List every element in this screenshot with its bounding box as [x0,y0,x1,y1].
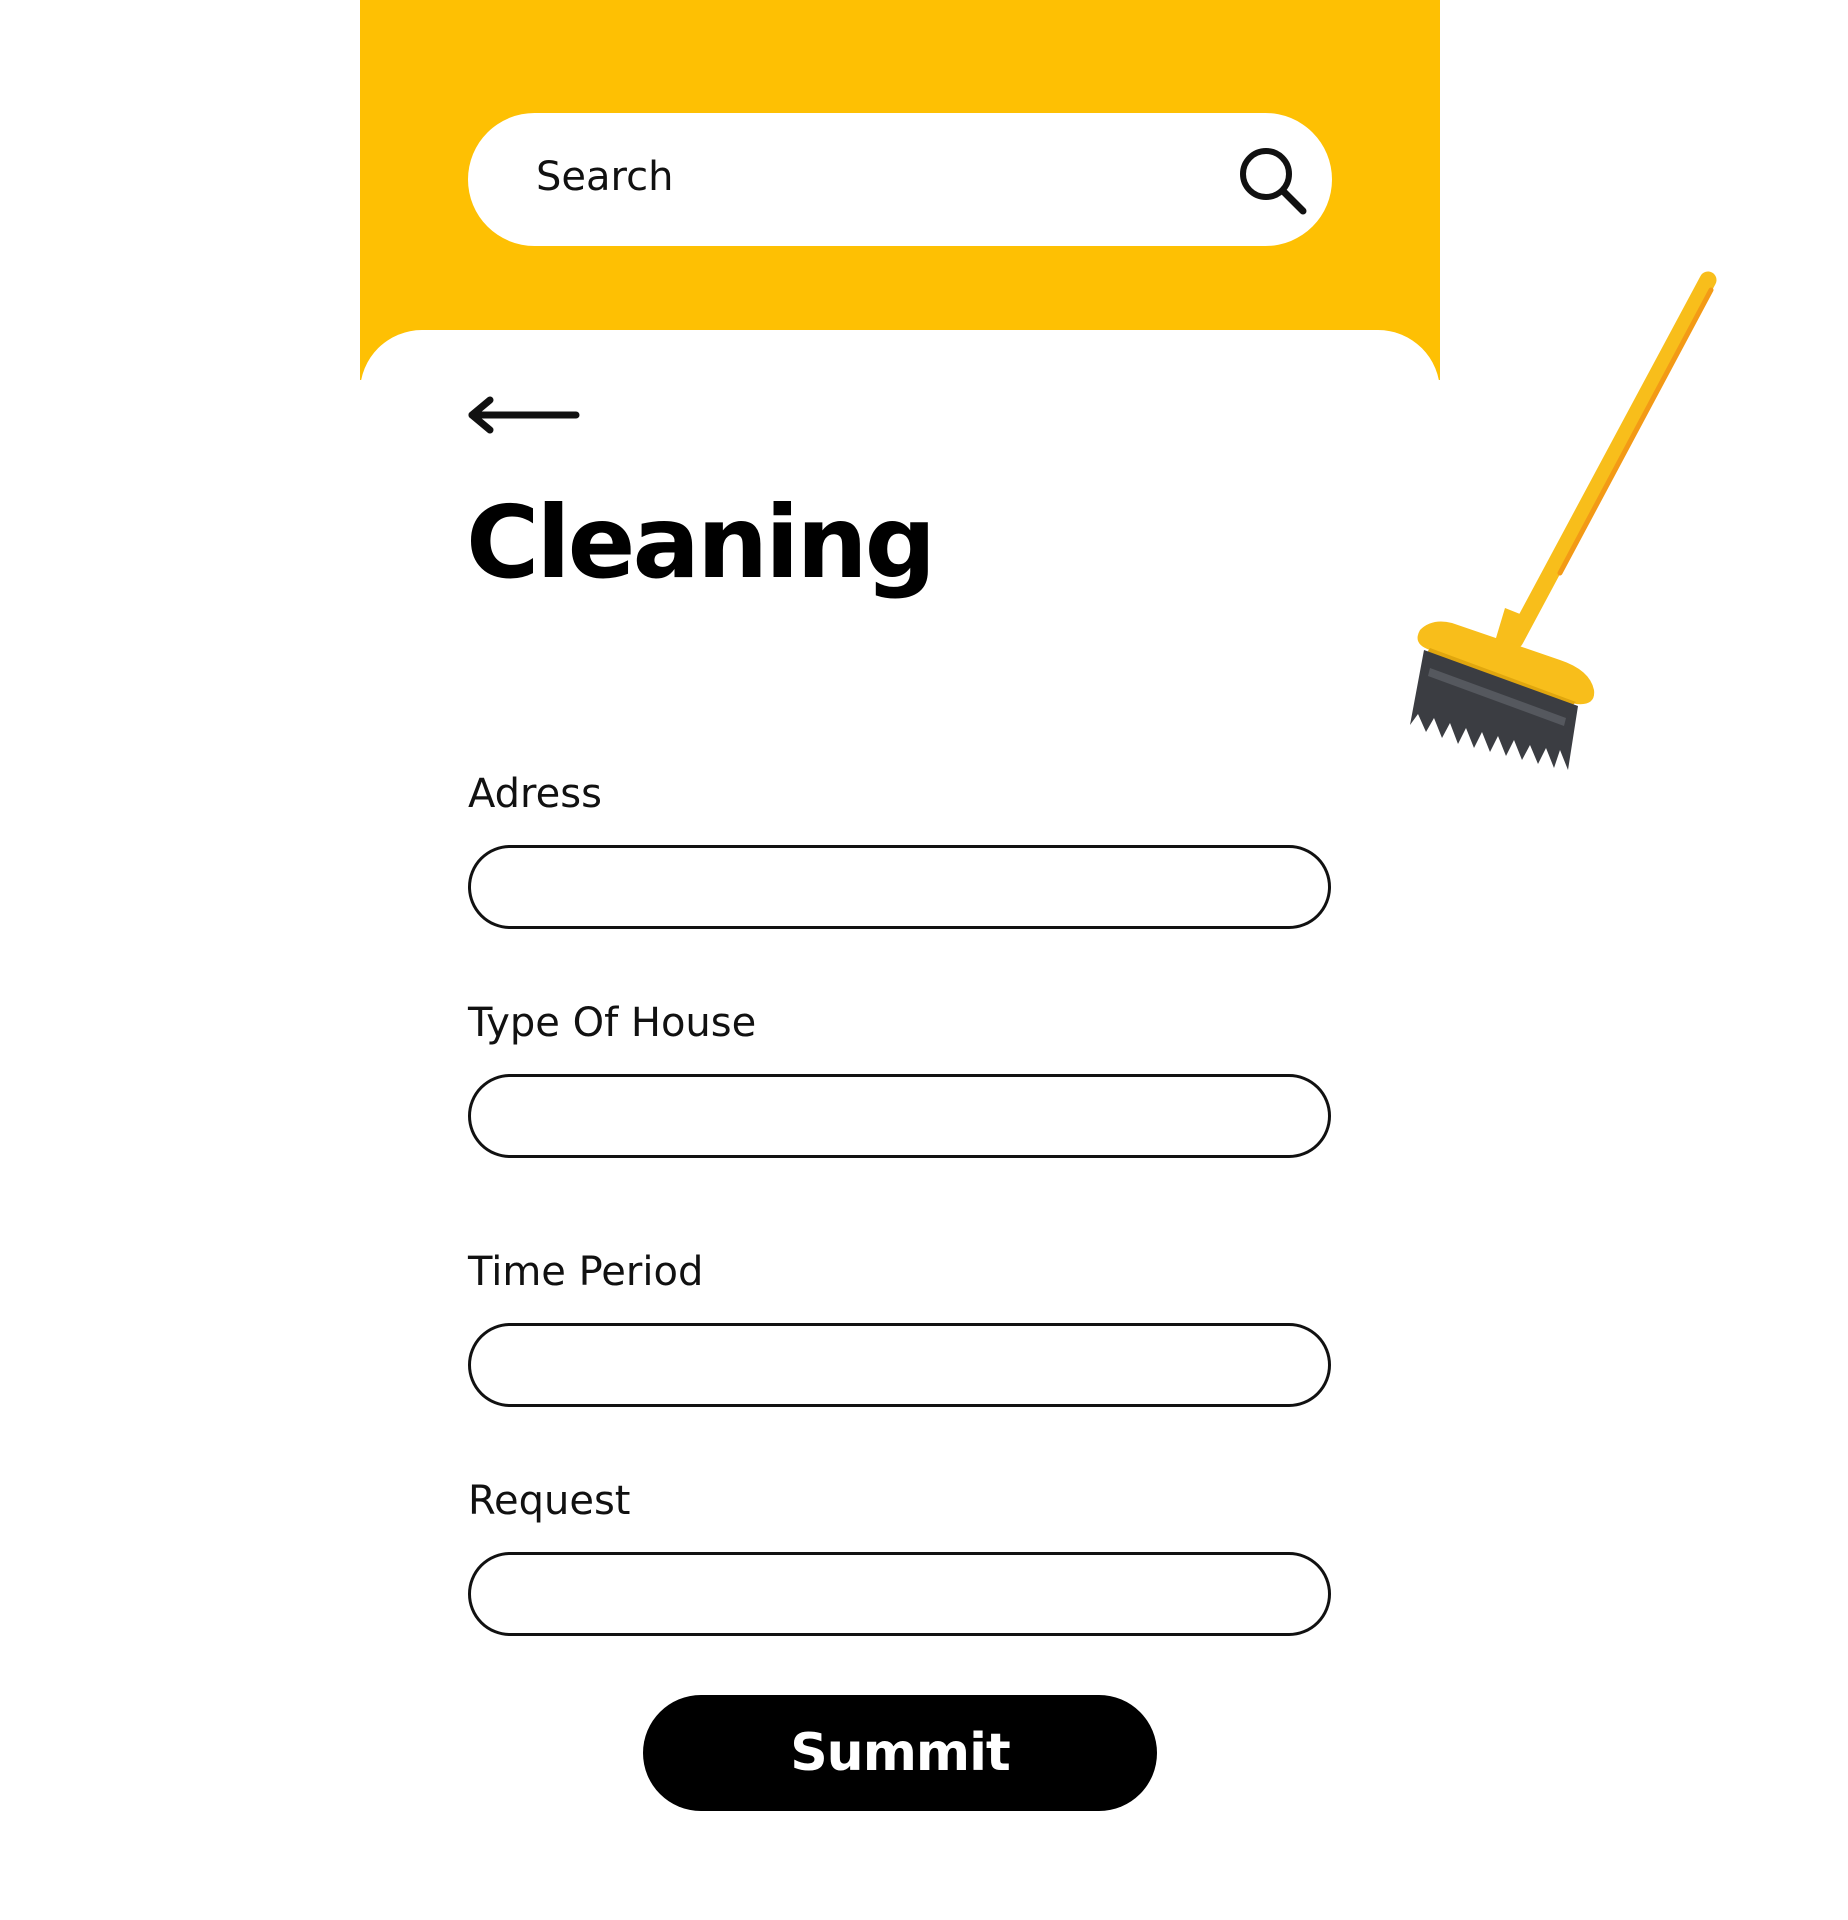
address-input[interactable] [468,845,1331,929]
type-of-house-input[interactable] [468,1074,1331,1158]
request-input[interactable] [468,1552,1331,1636]
search-icon[interactable] [1233,141,1313,221]
arrow-left-icon[interactable] [464,395,580,435]
request-label: Request [468,1478,631,1524]
type-of-house-label: Type Of House [468,1000,757,1046]
address-label: Adress [468,771,602,817]
search-input[interactable]: Search [536,153,673,201]
time-period-input[interactable] [468,1323,1331,1407]
page-title: Cleaning [466,484,936,601]
search-bar[interactable]: Search [468,113,1332,246]
time-period-label: Time Period [468,1249,704,1295]
app-screen: Search Cleaning Adress Type Of House Tim… [360,0,1717,1920]
header: Search [360,0,1440,380]
submit-button[interactable]: Summit [643,1695,1157,1811]
